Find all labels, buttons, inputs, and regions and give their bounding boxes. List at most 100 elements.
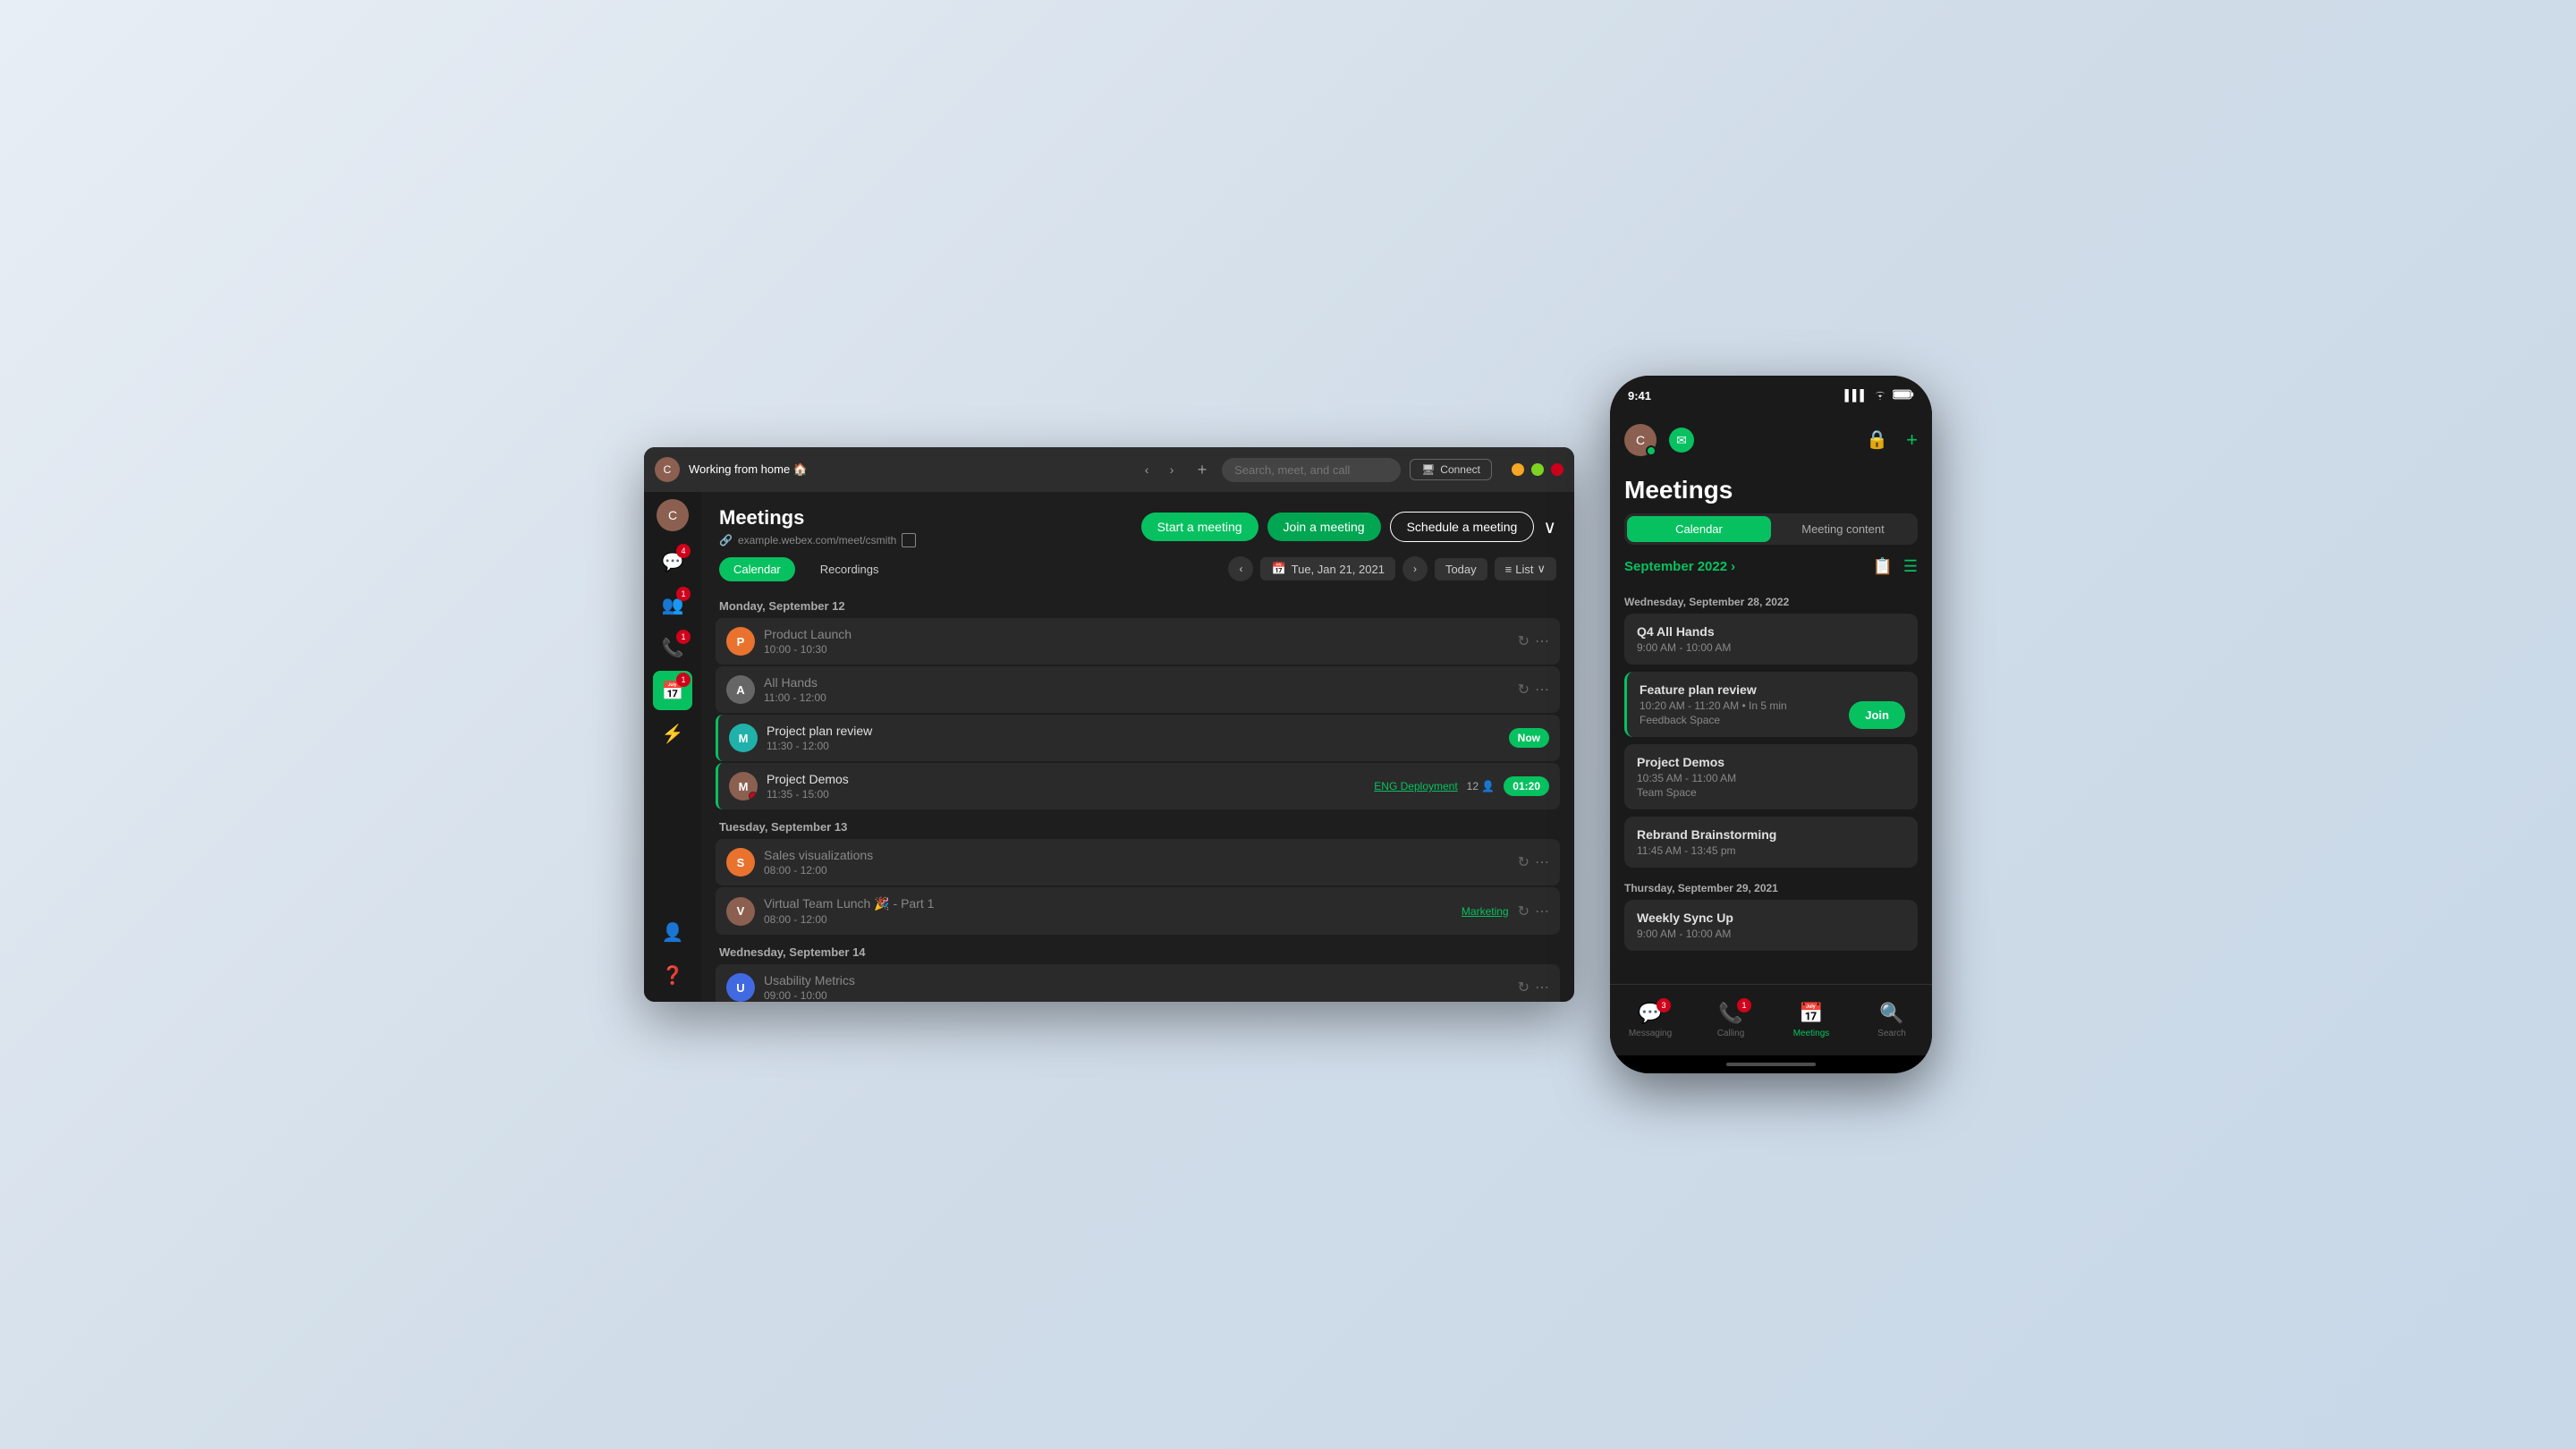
- refresh-icon: ↻: [1518, 902, 1530, 920]
- mobile-view-icons: 📋 ☰: [1872, 557, 1918, 576]
- back-button[interactable]: ‹: [1136, 459, 1157, 480]
- more-options-button[interactable]: ∨: [1543, 516, 1556, 538]
- today-button[interactable]: Today: [1435, 558, 1487, 580]
- sidebar-avatar[interactable]: C: [657, 499, 689, 531]
- mobile-meeting-q4-all-hands[interactable]: Q4 All Hands 9:00 AM - 10:00 AM: [1624, 614, 1918, 665]
- add-tab-button[interactable]: +: [1191, 459, 1213, 480]
- now-badge[interactable]: Now: [1509, 728, 1549, 748]
- mobile-day-header-thu: Thursday, September 29, 2021: [1624, 875, 1918, 900]
- sidebar-item-meetings[interactable]: 📅 1: [653, 671, 692, 710]
- connect-button[interactable]: 🖥 Connect: [1410, 459, 1492, 480]
- mobile-tab-content[interactable]: Meeting content: [1771, 516, 1915, 542]
- prev-date-button[interactable]: ‹: [1228, 556, 1253, 581]
- meetings-label: Meetings: [1793, 1029, 1830, 1038]
- start-meeting-button[interactable]: Start a meeting: [1141, 513, 1258, 541]
- meeting-avatar: P: [726, 627, 755, 656]
- meeting-time: 11:00 - 12:00: [764, 691, 1509, 704]
- contacts-badge: 1: [676, 587, 691, 601]
- recordings-tab[interactable]: Recordings: [806, 557, 894, 581]
- meeting-name: Product Launch: [764, 627, 1509, 641]
- list-view-icon[interactable]: ☰: [1903, 557, 1918, 576]
- meeting-project-demos[interactable]: M Project Demos 11:35 - 15:00 ENG Deploy…: [716, 763, 1560, 809]
- copy-icon[interactable]: [902, 533, 916, 547]
- sidebar-item-calls[interactable]: 📞 1: [653, 628, 692, 667]
- mobile-nav-search[interactable]: 🔍 Search: [1852, 995, 1932, 1046]
- meeting-info: Product Launch 10:00 - 10:30: [764, 627, 1509, 656]
- sidebar-item-help[interactable]: ❓: [653, 955, 692, 995]
- mobile-meeting-project-demos[interactable]: Project Demos 10:35 AM - 11:00 AM Team S…: [1624, 744, 1918, 809]
- meeting-tag[interactable]: Marketing: [1462, 905, 1509, 918]
- sidebar-item-messages[interactable]: 💬 4: [653, 542, 692, 581]
- mobile-nav-calling[interactable]: 1 📞 Calling: [1690, 995, 1771, 1046]
- mobile-meeting-rebrand[interactable]: Rebrand Brainstorming 11:45 AM - 13:45 p…: [1624, 817, 1918, 868]
- meeting-actions: ↻ ⋯: [1518, 853, 1549, 871]
- calendar-view-icon[interactable]: 📋: [1872, 557, 1892, 576]
- mobile-nav-meetings[interactable]: 📅 Meetings: [1771, 995, 1852, 1046]
- mobile-nav-messaging[interactable]: 3 💬 Messaging: [1610, 995, 1690, 1046]
- join-meeting-button[interactable]: Join a meeting: [1267, 513, 1381, 541]
- refresh-icon: ↻: [1518, 853, 1530, 871]
- meeting-name: Project plan review: [767, 724, 1500, 738]
- mobile-month-label[interactable]: September 2022 ›: [1624, 559, 1735, 574]
- meeting-product-launch[interactable]: P Product Launch 10:00 - 10:30 ↻ ⋯: [716, 618, 1560, 665]
- meeting-all-hands[interactable]: A All Hands 11:00 - 12:00 ↻ ⋯: [716, 666, 1560, 713]
- mobile-meeting-name: Rebrand Brainstorming: [1637, 827, 1905, 842]
- date-text: Tue, Jan 21, 2021: [1292, 563, 1385, 576]
- nav-arrows: ‹ ›: [1136, 459, 1182, 480]
- signal-icon: ▌▌▌: [1844, 389, 1868, 402]
- close-button[interactable]: ×: [1551, 463, 1563, 476]
- timer-badge: 01:20: [1504, 776, 1549, 796]
- meeting-project-plan-review[interactable]: M Project plan review 11:30 - 12:00 Now: [716, 715, 1560, 761]
- sidebar-item-contacts[interactable]: 👥 1: [653, 585, 692, 624]
- next-date-button[interactable]: ›: [1402, 556, 1428, 581]
- account-icon[interactable]: 🔒: [1866, 428, 1888, 452]
- meeting-name: Sales visualizations: [764, 848, 1509, 862]
- meeting-actions: ↻ ⋯: [1518, 902, 1549, 920]
- search-icon: 🔍: [1879, 1002, 1903, 1025]
- minimize-button[interactable]: −: [1512, 463, 1524, 476]
- mobile-meeting-name: Q4 All Hands: [1637, 624, 1905, 639]
- join-button[interactable]: Join: [1849, 701, 1905, 729]
- forward-button[interactable]: ›: [1161, 459, 1182, 480]
- mobile-meeting-feature-plan[interactable]: Feature plan review 10:20 AM - 11:20 AM …: [1624, 672, 1918, 737]
- list-button[interactable]: ≡ List ∨: [1495, 557, 1556, 580]
- email-icon: ✉: [1676, 433, 1687, 448]
- mobile-header: C ✉ 🔒 +: [1610, 415, 1932, 465]
- refresh-icon: ↻: [1518, 681, 1530, 699]
- user-avatar[interactable]: C: [655, 457, 680, 482]
- mobile-content: Meetings Calendar Meeting content Septem…: [1610, 465, 1932, 984]
- calendar-tab[interactable]: Calendar: [719, 557, 795, 581]
- meeting-time: 08:00 - 12:00: [764, 913, 1453, 926]
- meetings-url: 🔗 example.webex.com/meet/csmith: [719, 533, 916, 547]
- schedule-meeting-button[interactable]: Schedule a meeting: [1390, 512, 1535, 542]
- search-input[interactable]: [1222, 458, 1401, 482]
- meeting-usability-metrics[interactable]: U Usability Metrics 09:00 - 10:00 ↻ ⋯: [716, 964, 1560, 1002]
- status-icon[interactable]: ✉: [1669, 428, 1694, 453]
- meeting-time: 11:35 - 15:00: [767, 788, 1365, 801]
- mobile-app: 9:41 ▌▌▌ C ✉ 🔒 + Meetings Calendar: [1610, 376, 1932, 1073]
- maximize-button[interactable]: □: [1531, 463, 1544, 476]
- meeting-avatar: S: [726, 848, 755, 877]
- mobile-meeting-time: 9:00 AM - 10:00 AM: [1637, 641, 1905, 654]
- refresh-icon: ↻: [1518, 979, 1530, 996]
- add-icon[interactable]: +: [1906, 428, 1918, 452]
- title-bar: C Working from home 🏠 ‹ › + 🖥 Connect − …: [644, 447, 1574, 492]
- mobile-meeting-name: Weekly Sync Up: [1637, 911, 1905, 925]
- mobile-meeting-time: 11:45 AM - 13:45 pm: [1637, 844, 1905, 857]
- sidebar-item-apps[interactable]: ⚡: [653, 714, 692, 753]
- meeting-virtual-team-lunch[interactable]: V Virtual Team Lunch 🎉 - Part 1 08:00 - …: [716, 887, 1560, 935]
- meeting-sales-visualizations[interactable]: S Sales visualizations 08:00 - 12:00 ↻ ⋯: [716, 839, 1560, 886]
- meeting-tag[interactable]: ENG Deployment: [1374, 780, 1457, 792]
- sidebar-item-people[interactable]: 👤: [653, 912, 692, 952]
- meeting-avatar: A: [726, 675, 755, 704]
- mobile-user-avatar[interactable]: C: [1624, 424, 1657, 456]
- more-icon: ⋯: [1535, 681, 1549, 699]
- mobile-meeting-weekly-sync[interactable]: Weekly Sync Up 9:00 AM - 10:00 AM: [1624, 900, 1918, 951]
- meeting-info: Usability Metrics 09:00 - 10:00: [764, 973, 1509, 1002]
- desktop-app: C Working from home 🏠 ‹ › + 🖥 Connect − …: [644, 447, 1574, 1002]
- mobile-meeting-name: Project Demos: [1637, 755, 1905, 769]
- calling-badge: 1: [1737, 998, 1751, 1013]
- monitor-icon: 🖥: [1421, 463, 1435, 476]
- date-display: 📅 Tue, Jan 21, 2021: [1260, 557, 1395, 580]
- mobile-tab-calendar[interactable]: Calendar: [1627, 516, 1771, 542]
